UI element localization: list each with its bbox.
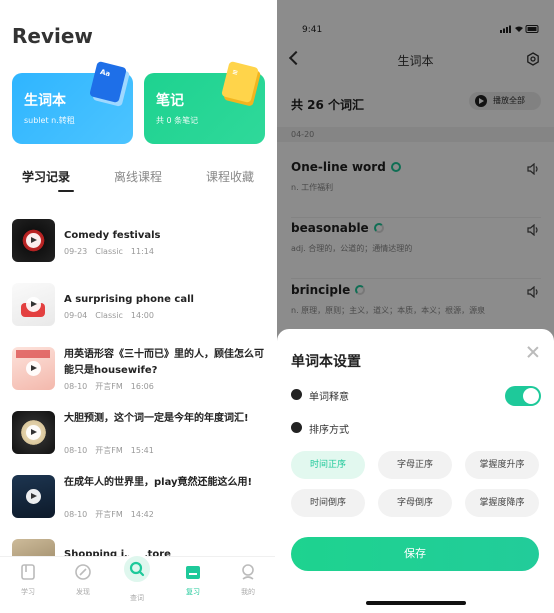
active-tab-indicator: [58, 190, 74, 192]
compass-icon: [75, 564, 91, 580]
item-title: A surprising phone call: [64, 294, 194, 305]
item-meta: 09-04 Classic 14:00: [64, 311, 154, 320]
close-icon[interactable]: [526, 345, 540, 359]
play-icon: [26, 233, 41, 248]
tabbar-item-me[interactable]: 我的: [226, 563, 270, 597]
sort-time-asc-button[interactable]: 时间正序: [291, 451, 365, 479]
meaning-label: 单词释意: [309, 392, 349, 403]
thumbnail: [12, 475, 55, 518]
item-meta: 08-10 开言FM 14:42: [64, 510, 154, 519]
tab-offline-courses[interactable]: 离线课程: [114, 168, 162, 185]
sort-setting-row: 排序方式: [291, 419, 541, 439]
tabbar-item-lookup[interactable]: 查词: [115, 553, 159, 603]
vocab-settings-sheet: 单词本设置 单词释意 排序方式 时间正序 字母正序 掌握度升序 时间倒序 字母倒…: [277, 329, 554, 613]
book-icon: [21, 564, 35, 580]
vocab-book-card[interactable]: Aa 生词本 sublet n.转租: [12, 60, 133, 144]
review-folder-icon: [186, 566, 200, 579]
play-icon: [26, 425, 41, 440]
quote-icon: [291, 389, 302, 400]
play-icon: [26, 297, 41, 312]
vocab-book-screen: 9:41 生词本 共 26 个词汇 播放全部 04-20 One-line wo…: [277, 0, 554, 613]
item-title: 大胆预测，这个词一定是今年的年度词汇!: [64, 413, 249, 424]
sort-alpha-asc-button[interactable]: 字母正序: [378, 451, 452, 479]
page-title: Review: [12, 24, 93, 48]
sort-icon: [291, 422, 302, 433]
meaning-toggle[interactable]: [505, 386, 541, 406]
sheet-title: 单词本设置: [291, 354, 361, 370]
sort-mastery-desc-button[interactable]: 掌握度降序: [465, 489, 539, 517]
tabbar-item-review[interactable]: 复习: [171, 563, 215, 597]
item-title: 用英语形容《三十而已》里的人，顾佳怎么可能只是housewife?: [64, 349, 264, 376]
sort-time-desc-button[interactable]: 时间倒序: [291, 489, 365, 517]
search-icon: [121, 553, 153, 585]
item-meta: 08-10 开言FM 15:41: [64, 446, 154, 455]
thumbnail: [12, 283, 55, 326]
profile-icon: [242, 564, 254, 580]
home-indicator: [366, 601, 466, 605]
sort-alpha-desc-button[interactable]: 字母倒序: [378, 489, 452, 517]
notes-subtitle: 共 0 条笔记: [156, 116, 199, 125]
vocab-book-subtitle: sublet n.转租: [24, 116, 75, 125]
tab-study-record[interactable]: 学习记录: [22, 168, 70, 185]
item-title: 在成年人的世界里，play竟然还能这么用!: [64, 477, 253, 488]
play-icon: [26, 361, 41, 376]
sort-label: 排序方式: [309, 425, 349, 436]
thumbnail: [12, 411, 55, 454]
tab-course-favorites[interactable]: 课程收藏: [206, 168, 254, 185]
review-tabs: 学习记录 离线课程 课程收藏: [22, 168, 262, 194]
bottom-tab-bar: 学习 发现 查词 复习 我的: [0, 553, 275, 613]
tabbar-item-discover[interactable]: 发现: [61, 563, 105, 597]
thumbnail: [12, 347, 55, 390]
sort-mastery-asc-button[interactable]: 掌握度升序: [465, 451, 539, 479]
meaning-setting-row: 单词释意: [291, 386, 541, 406]
thumbnail: [12, 219, 55, 262]
review-screen: Review Aa 生词本 sublet n.转租 ≡ 笔记 共 0 条笔记 学…: [0, 0, 275, 613]
play-icon: [26, 489, 41, 504]
tabbar-item-study[interactable]: 学习: [6, 563, 50, 597]
item-title: Comedy festivals: [64, 230, 161, 241]
item-meta: 09-23 Classic 11:14: [64, 247, 154, 256]
save-button[interactable]: 保存: [291, 537, 539, 571]
notes-card[interactable]: ≡ 笔记 共 0 条笔记: [144, 60, 265, 144]
item-meta: 08-10 开言FM 16:06: [64, 382, 154, 391]
